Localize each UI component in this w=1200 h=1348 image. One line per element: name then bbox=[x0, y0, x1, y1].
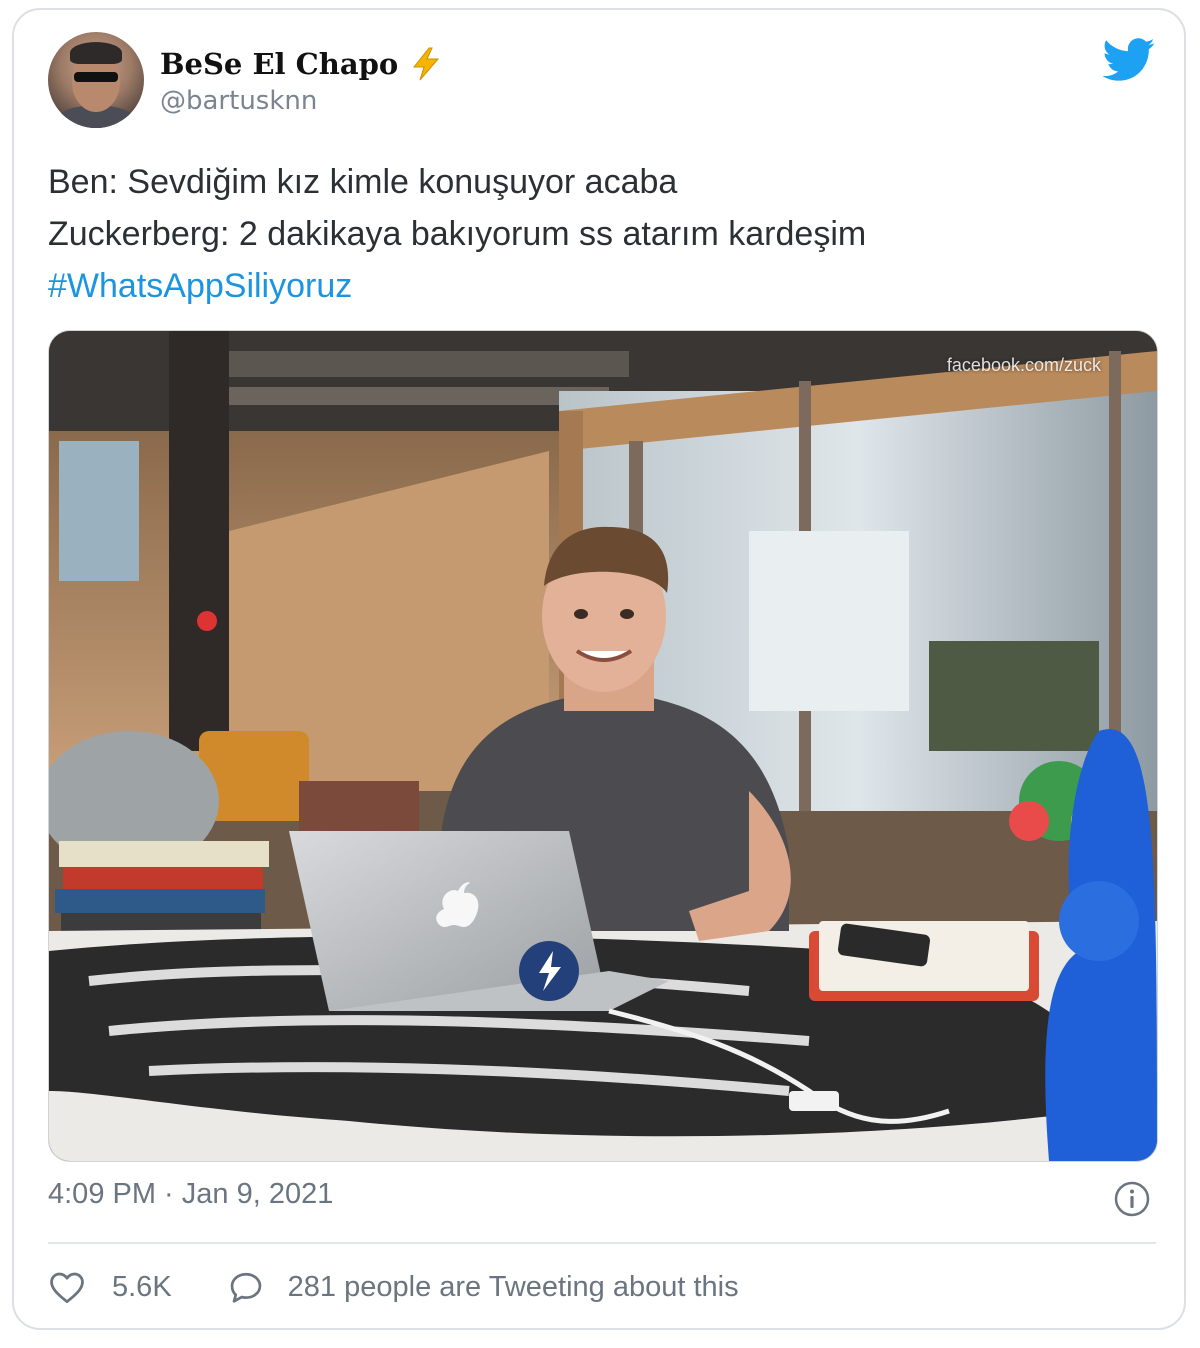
tweet-timestamp[interactable]: 4:09 PM · Jan 9, 2021 bbox=[48, 1178, 333, 1211]
tweet-actions: 5.6K 281 people are Tweeting about this bbox=[48, 1262, 739, 1312]
tweet-line: Zuckerberg: 2 dakikaya bakıyorum ss atar… bbox=[48, 215, 867, 253]
user-handle[interactable]: @bartusknn bbox=[160, 86, 317, 116]
divider bbox=[48, 1242, 1156, 1244]
hashtag-link[interactable]: #WhatsAppSiliyoruz bbox=[48, 260, 1128, 312]
discussion-label: 281 people are Tweeting about this bbox=[287, 1270, 739, 1303]
tweet-line: Ben: Sevdiğim kız kimle konuşuyor acaba bbox=[48, 163, 678, 201]
author-name-row[interactable]: BeSe El Chapo bbox=[160, 44, 442, 84]
display-name[interactable]: BeSe El Chapo bbox=[160, 47, 398, 81]
tweet-photo[interactable]: facebook.com/zuck bbox=[48, 330, 1158, 1162]
discussion-button[interactable]: 281 people are Tweeting about this bbox=[228, 1270, 739, 1304]
reply-bubble-icon bbox=[230, 1272, 261, 1303]
tweet-text: Ben: Sevdiğim kız kimle konuşuyor acaba … bbox=[48, 156, 1128, 312]
heart-icon bbox=[50, 1272, 84, 1304]
info-icon[interactable] bbox=[1114, 1181, 1150, 1217]
image-watermark: facebook.com/zuck bbox=[946, 355, 1101, 375]
like-count: 5.6K bbox=[112, 1270, 172, 1303]
high-voltage-icon bbox=[410, 47, 442, 81]
avatar[interactable] bbox=[48, 32, 144, 128]
like-button[interactable]: 5.6K bbox=[48, 1270, 172, 1304]
twitter-bird-icon[interactable] bbox=[1102, 38, 1156, 82]
